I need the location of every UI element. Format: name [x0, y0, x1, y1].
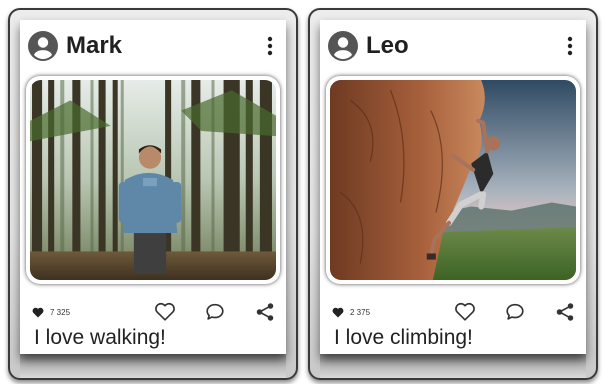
more-options-button[interactable] — [260, 31, 280, 61]
post-header: Leo — [328, 26, 580, 66]
post-body: Mark 7 325 I love walking! — [20, 20, 286, 354]
climbing-photo — [330, 80, 576, 280]
post-photo-frame — [326, 76, 580, 284]
post-photo-hiker[interactable] — [30, 80, 276, 280]
post-card-mark: Mark 7 325 I love walking! — [8, 8, 298, 380]
user-avatar-icon[interactable] — [328, 31, 358, 61]
more-vertical-icon — [267, 36, 273, 56]
forest-photo — [30, 80, 276, 280]
card-stand — [320, 354, 586, 378]
like-count-text: 7 325 — [50, 307, 71, 317]
post-actions: 7 325 — [32, 300, 276, 324]
heart-filled-icon — [332, 307, 344, 317]
share-icon[interactable] — [554, 301, 576, 323]
more-vertical-icon — [567, 36, 573, 56]
user-avatar-icon[interactable] — [28, 31, 58, 61]
action-icons — [154, 301, 276, 323]
like-count: 7 325 — [32, 307, 70, 318]
heart-filled-icon — [32, 307, 44, 317]
comment-icon[interactable] — [504, 301, 526, 323]
post-card-leo: Leo 2 375 I love climbing! — [308, 8, 598, 380]
comment-icon[interactable] — [204, 301, 226, 323]
username[interactable]: Leo — [366, 32, 409, 60]
like-count: 2 375 — [332, 307, 370, 318]
post-photo-climber[interactable] — [330, 80, 576, 280]
like-count-text: 2 375 — [350, 307, 371, 317]
post-header: Mark — [28, 26, 280, 66]
post-caption: I love climbing! — [334, 326, 473, 349]
post-caption: I love walking! — [34, 326, 166, 349]
action-icons — [454, 301, 576, 323]
post-photo-frame — [26, 76, 280, 284]
more-options-button[interactable] — [560, 31, 580, 61]
post-body: Leo 2 375 I love climbing! — [320, 20, 586, 354]
username[interactable]: Mark — [66, 32, 122, 60]
share-icon[interactable] — [254, 301, 276, 323]
post-actions: 2 375 — [332, 300, 576, 324]
heart-outline-icon[interactable] — [154, 301, 176, 323]
card-stand — [20, 354, 286, 378]
heart-outline-icon[interactable] — [454, 301, 476, 323]
